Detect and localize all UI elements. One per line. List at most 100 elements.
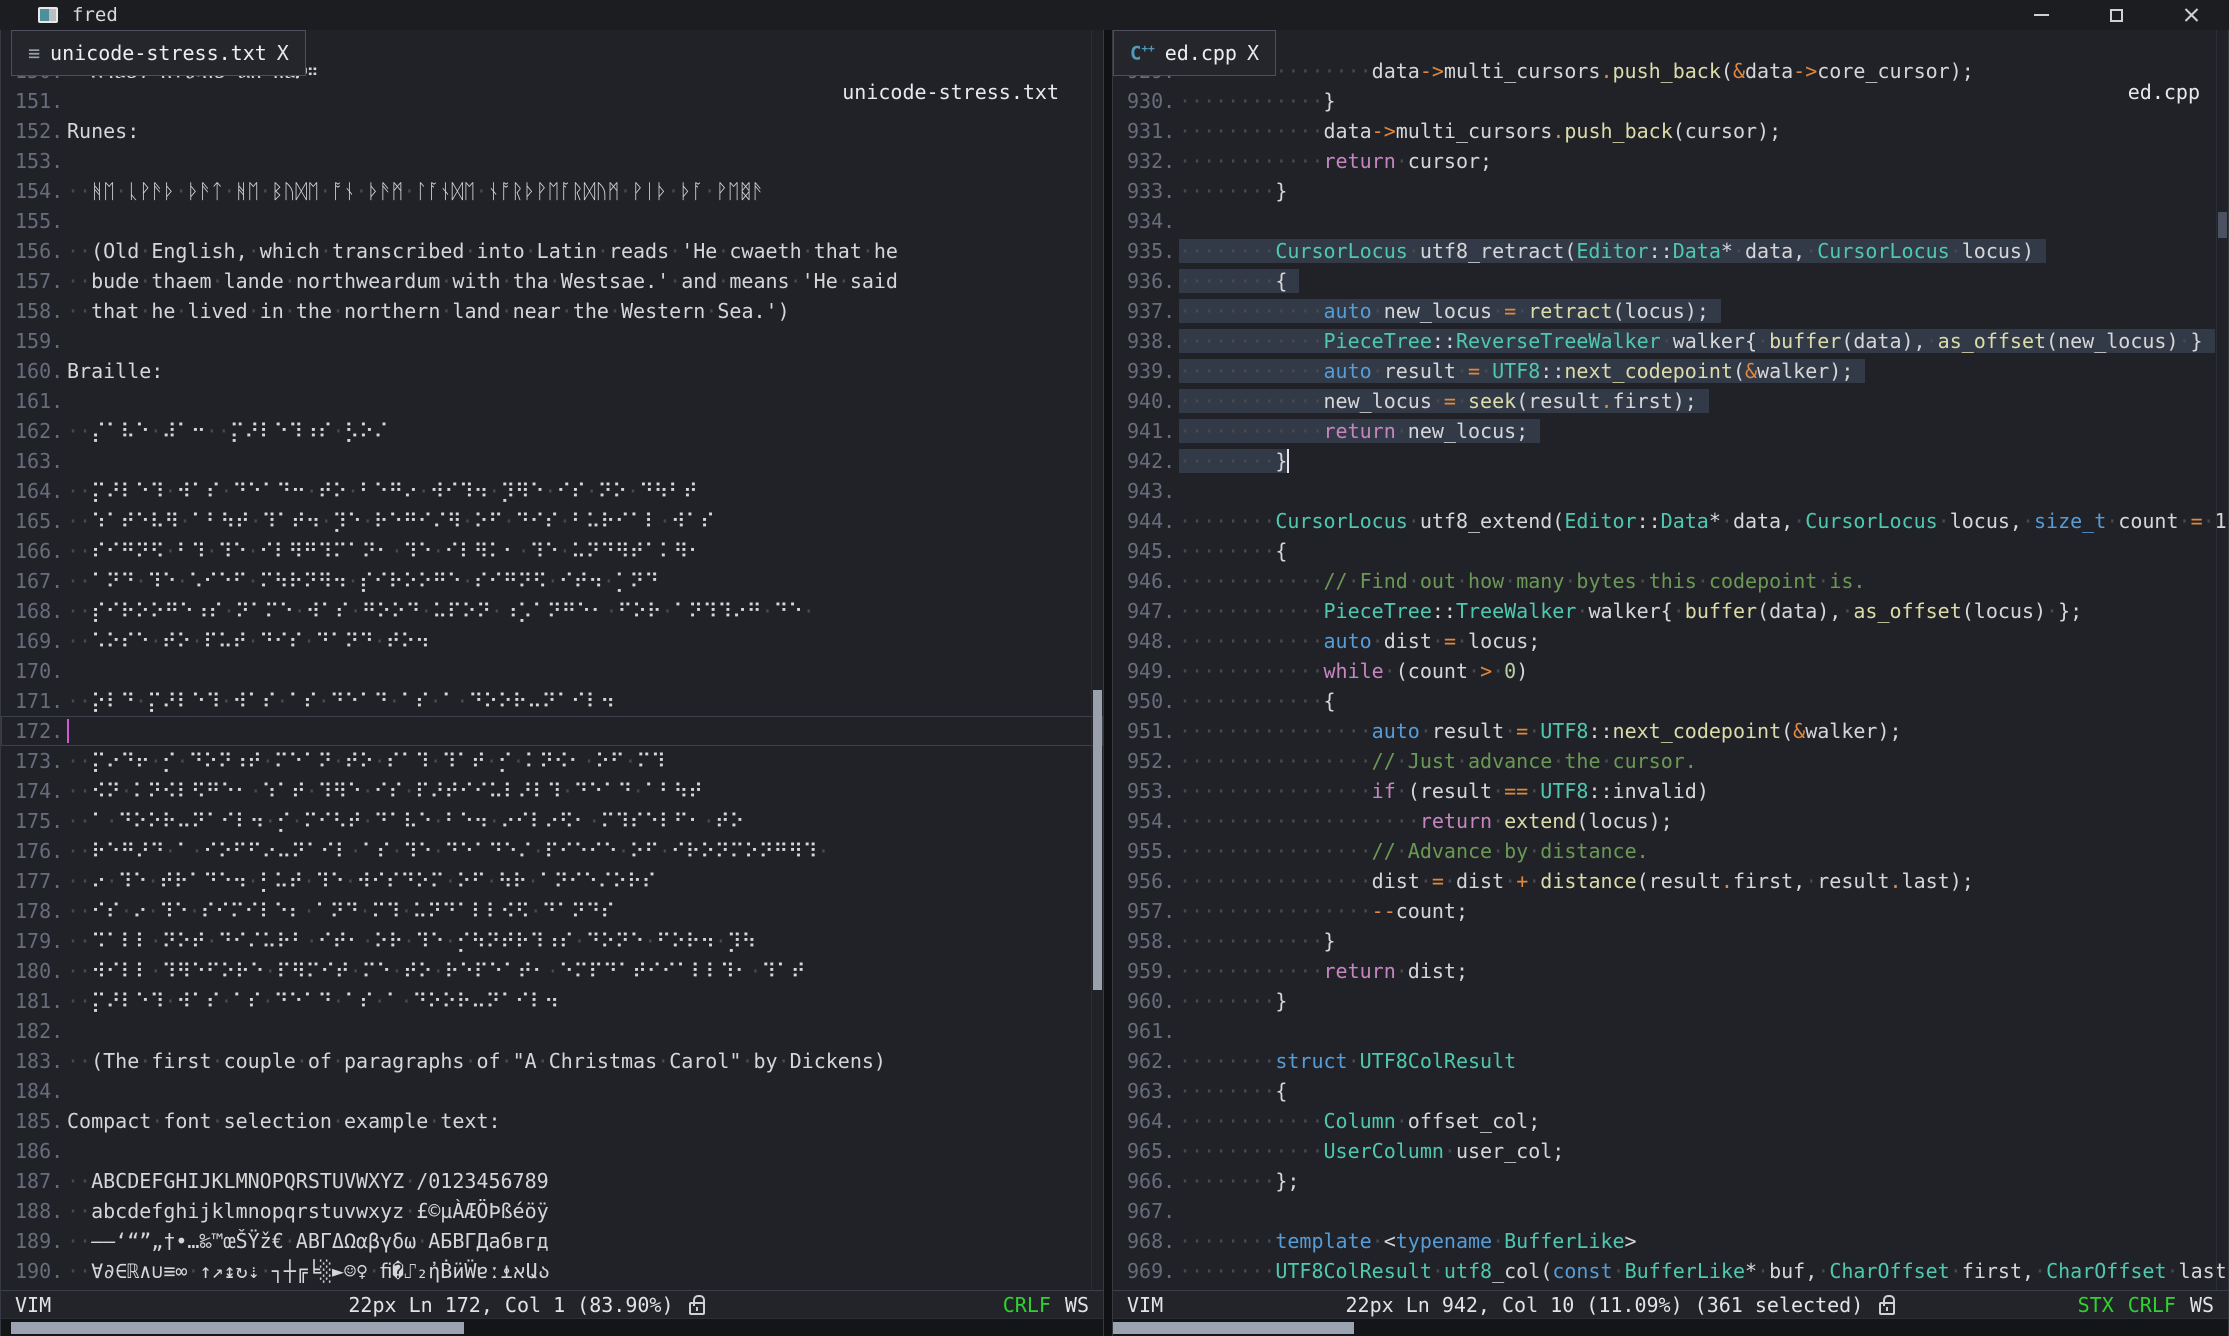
code-line[interactable]: 180.··⠺⠊⠇⠇·⠹⠻⠑⠋⠕⠗⠑·⠏⠻⠍⠊⠞·⠍⠑·⠞⠕·⠗⠑⠏⠑⠁⠞⠂·⠑…	[1, 956, 1103, 986]
code-line[interactable]: 175.··⠁·⠙⠕⠕⠗⠤⠝⠁⠊⠇⠲·⡊·⠍⠊⠣⠞·⠙⠁⠧⠑·⠃⠑⠲·⠔⠊⠇⠔⠫…	[1, 806, 1103, 836]
vertical-scrollbar-right[interactable]	[2216, 30, 2228, 1290]
code-line[interactable]: 184.	[1, 1076, 1103, 1106]
code-line[interactable]: 171.··⡕⠇⠙·⡍⠜⠇⠑⠹·⠺⠁⠎·⠁⠎·⠙⠑⠁⠙·⠁⠎·⠁·⠙⠕⠕⠗⠤⠝⠁…	[1, 686, 1103, 716]
code-line[interactable]: 932.············return·cursor;	[1113, 146, 2228, 176]
horizontal-scrollbar-right[interactable]	[1113, 1318, 2228, 1336]
code-line[interactable]: 963.········{	[1113, 1076, 2228, 1106]
code-line[interactable]: 938.············PieceTree::ReverseTreeWa…	[1113, 326, 2228, 356]
code-line[interactable]: 941.············return·new_locus;	[1113, 416, 2228, 446]
code-line[interactable]: 185.Compact·font·selection·example·text:	[1, 1106, 1103, 1136]
maximize-button[interactable]	[2079, 0, 2154, 30]
tab-close-button[interactable]: X	[277, 41, 289, 65]
code-line[interactable]: 174.··⠪⠝·⠅⠝⠪⠇⠫⠛⠑⠂·⠱⠁⠞·⠹⠻⠑·⠊⠎·⠏⠜⠞⠊⠊⠥⠇⠜⠇⠹·…	[1, 776, 1103, 806]
tab-unicode-stress[interactable]: ≡ unicode-stress.txt X	[11, 30, 306, 76]
code-line[interactable]: 958.············}	[1113, 926, 2228, 956]
code-line[interactable]: 960.········}	[1113, 986, 2228, 1016]
code-line[interactable]: 953.················if·(result·==·UTF8::…	[1113, 776, 2228, 806]
code-line[interactable]: 159.	[1, 326, 1103, 356]
code-line[interactable]: 962.········struct·UTF8ColResult	[1113, 1046, 2228, 1076]
code-line[interactable]: 949.············while·(count·>·0)	[1113, 656, 2228, 686]
text-editor-right[interactable]: 929.················data->multi_cursors.…	[1113, 30, 2228, 1290]
code-line[interactable]: 160.Braille:	[1, 356, 1103, 386]
code-line[interactable]: 951.················auto·result·=·UTF8::…	[1113, 716, 2228, 746]
code-line[interactable]: 183.··(The·first·couple·of·paragraphs·of…	[1, 1046, 1103, 1076]
code-line[interactable]: 164.··⡍⠜⠇⠑⠹·⠺⠁⠎·⠙⠑⠁⠙⠒·⠞⠕·⠃⠑⠛⠔·⠺⠊⠹⠲·⡹⠻⠑·⠊…	[1, 476, 1103, 506]
close-button[interactable]	[2154, 0, 2229, 30]
code-line[interactable]: 165.··⠱⠁⠞⠑⠧⠻·⠁⠃⠳⠞·⠹⠁⠞⠲·⡹⠑·⠗⠑⠛⠊⠌⠻·⠕⠋·⠙⠊⠎·…	[1, 506, 1103, 536]
code-line[interactable]: 178.··⠊⠎·⠔·⠹⠑·⠎⠊⠍⠊⠇⠑⠆·⠁⠝⠙·⠍⠹·⠥⠝⠙⠁⠇⠇⠪⠫·⠙⠁…	[1, 896, 1103, 926]
code-line[interactable]: 930.············}	[1113, 86, 2228, 116]
code-line[interactable]: 933.········}	[1113, 176, 2228, 206]
code-line[interactable]: 161.	[1, 386, 1103, 416]
code-line[interactable]: 969.········UTF8ColResult·utf8_col(const…	[1113, 1256, 2228, 1286]
scrollbar-thumb[interactable]	[1093, 690, 1102, 990]
code-line[interactable]: 190.··∀∂∈ℝ∧∪≡∞·↑↗↨↻⇣·┐┼╔╘░►☺♀·ﬁ�⑀₂ἠḂӥẄɐː…	[1, 1256, 1103, 1286]
code-line[interactable]: 167.··⠁⠝⠙·⠹⠑·⠡⠊⠑⠋·⠍⠳⠗⠝⠻⠲·⡎⠊⠗⠕⠕⠛⠑·⠎⠊⠛⠝⠫·⠊…	[1, 566, 1103, 596]
code-line[interactable]: 936.········{	[1113, 266, 2228, 296]
code-line[interactable]: 188.··abcdefghijklmnopqrstuvwxyz·£©µÀÆÖÞ…	[1, 1196, 1103, 1226]
code-line[interactable]: 155.	[1, 206, 1103, 236]
code-line[interactable]: 156.··(Old·English,·which·transcribed·in…	[1, 236, 1103, 266]
code-line[interactable]: 946.············//·Find·out·how·many·byt…	[1113, 566, 2228, 596]
code-line[interactable]: 157.··bude·thaem·lande·northweardum·with…	[1, 266, 1103, 296]
code-line[interactable]: 153.	[1, 146, 1103, 176]
code-line[interactable]: 152.Runes:	[1, 116, 1103, 146]
code-line[interactable]: 950.············{	[1113, 686, 2228, 716]
code-line[interactable]: 935.········CursorLocus·utf8_retract(Edi…	[1113, 236, 2228, 266]
tab-ed-cpp[interactable]: C++ ed.cpp X	[1113, 30, 1276, 76]
code-line[interactable]: 952.················//·Just·advance·the·…	[1113, 746, 2228, 776]
code-line[interactable]: 956.················dist·=·dist·+·distan…	[1113, 866, 2228, 896]
code-line[interactable]: 168.··⡎⠊⠗⠕⠕⠛⠑⠰⠎·⠝⠁⠍⠑·⠺⠁⠎·⠛⠕⠕⠙·⠥⠏⠕⠝·⠰⡡⠁⠝⠛…	[1, 596, 1103, 626]
vertical-scrollbar-left[interactable]	[1091, 30, 1103, 1290]
scrollbar-thumb[interactable]	[1113, 1322, 1354, 1334]
code-line[interactable]: 944.········CursorLocus·utf8_extend(Edit…	[1113, 506, 2228, 536]
code-line[interactable]: 189.··–—‘“”„†•…‰™œŠŸž€·ΑΒΓΔΩαβγδω·АБВГДа…	[1, 1226, 1103, 1256]
line-number: 184.	[1, 1076, 67, 1106]
code-line[interactable]: 929.················data->multi_cursors.…	[1113, 56, 2228, 86]
code-line[interactable]: 158.··that·he·lived·in·the·northern·land…	[1, 296, 1103, 326]
code-line[interactable]: 173.··⡍⠔⠙⠖·⡊·⠙⠕⠝⠰⠞·⠍⠑⠁⠝·⠞⠕·⠎⠁⠹·⠹⠁⠞·⡊·⠅⠝⠪…	[1, 746, 1103, 776]
code-line[interactable]: 957.················--count;	[1113, 896, 2228, 926]
code-line[interactable]: 942.········}	[1113, 446, 2228, 476]
code-line[interactable]: 186.	[1, 1136, 1103, 1166]
code-line[interactable]: 968.········template·<typename·BufferLik…	[1113, 1226, 2228, 1256]
code-line[interactable]: 965.············UserColumn·user_col;	[1113, 1136, 2228, 1166]
code-line[interactable]: 166.··⠎⠊⠛⠝⠫·⠃⠹·⠹⠑·⠊⠇⠻⠛⠹⠍⠁⠝⠂·⠹⠑·⠊⠇⠻⠅⠂·⠹⠑·…	[1, 536, 1103, 566]
code-line[interactable]: 947.············PieceTree::TreeWalker·wa…	[1113, 596, 2228, 626]
horizontal-scrollbar-left[interactable]	[1, 1318, 1103, 1336]
code-line[interactable]: 931.············data->multi_cursors.push…	[1113, 116, 2228, 146]
code-line[interactable]: 169.··⠡⠕⠎⠑·⠞⠕·⠏⠥⠞·⠙⠊⠎·⠙⠁⠝⠙·⠞⠕⠲	[1, 626, 1103, 656]
scrollbar-thumb[interactable]	[11, 1322, 464, 1334]
minimize-button[interactable]	[2004, 0, 2079, 30]
code-line[interactable]: 967.	[1113, 1196, 2228, 1226]
tab-close-button[interactable]: X	[1247, 41, 1259, 65]
code-line[interactable]: 163.	[1, 446, 1103, 476]
code-line[interactable]: 959.············return·dist;	[1113, 956, 2228, 986]
line-number: 165.	[1, 506, 67, 536]
code-line[interactable]: 939.············auto·result·=·UTF8::next…	[1113, 356, 2228, 386]
code-line[interactable]: 182.	[1, 1016, 1103, 1046]
code-line[interactable]: 948.············auto·dist·=·locus;	[1113, 626, 2228, 656]
code-line[interactable]: 937.············auto·new_locus·=·retract…	[1113, 296, 2228, 326]
code-line[interactable]: 943.	[1113, 476, 2228, 506]
code-line[interactable]: 176.··⠗⠑⠛⠜⠙·⠁·⠊⠕⠋⠋⠔⠤⠝⠁⠊⠇·⠁⠎·⠹⠑·⠙⠑⠁⠙⠑⠌·⠏⠊…	[1, 836, 1103, 866]
code-line[interactable]: 179.··⠩⠁⠇⠇·⠝⠕⠞·⠙⠊⠌⠥⠗⠃·⠊⠞⠂·⠕⠗·⠹⠑·⡊⠳⠝⠞⠗⠹⠰⠎…	[1, 926, 1103, 956]
code-line[interactable]: 177.··⠔·⠹⠑·⠞⠗⠁⠙⠑⠲·⡃⠥⠞·⠹⠑·⠺⠊⠎⠙⠕⠍·⠕⠋·⠳⠗·⠁⠝…	[1, 866, 1103, 896]
code-line[interactable]: 945.········{	[1113, 536, 2228, 566]
code-line[interactable]: 940.············new_locus·=·seek(result.…	[1113, 386, 2228, 416]
code-line[interactable]: 954.····················return·extend(lo…	[1113, 806, 2228, 836]
code-line[interactable]: 934.	[1113, 206, 2228, 236]
code-line[interactable]: 187.··ABCDEFGHIJKLMNOPQRSTUVWXYZ·/012345…	[1, 1166, 1103, 1196]
code-line[interactable]: 162.··⡌⠁⠧⠑·⠼⠁⠒··⡍⠜⠇⠑⠹⠰⠎·⡣⠕⠌	[1, 416, 1103, 446]
code-line[interactable]: 966.········};	[1113, 1166, 2228, 1196]
line-number: 957.	[1113, 896, 1179, 926]
code-line[interactable]: 172.	[1, 716, 1103, 746]
code-line[interactable]: 154.··ᚻᛖ·ᚳᚹᚫᚦ·ᚦᚫᛏ·ᚻᛖ·ᛒᚢᛞᛖ·ᚩᚾ·ᚦᚫᛗ·ᛚᚪᚾᛞᛖ·ᚾ…	[1, 176, 1103, 206]
code-line[interactable]: 181.··⡍⠜⠇⠑⠹·⠺⠁⠎·⠁⠎·⠙⠑⠁⠙·⠁⠎·⠁·⠙⠕⠕⠗⠤⠝⠁⠊⠇⠲	[1, 986, 1103, 1016]
scrollbar-thumb[interactable]	[2218, 212, 2227, 238]
code-line[interactable]: 961.	[1113, 1016, 2228, 1046]
code-line[interactable]: 170.	[1, 656, 1103, 686]
text-editor-left[interactable]: 150.··እግርህን·በፍራሽህ·ልክ·ዘርጋ።151.152.Runes:1…	[1, 30, 1103, 1290]
code-line[interactable]: 964.············Column·offset_col;	[1113, 1106, 2228, 1136]
code-line[interactable]: 955.················//·Advance·by·distan…	[1113, 836, 2228, 866]
